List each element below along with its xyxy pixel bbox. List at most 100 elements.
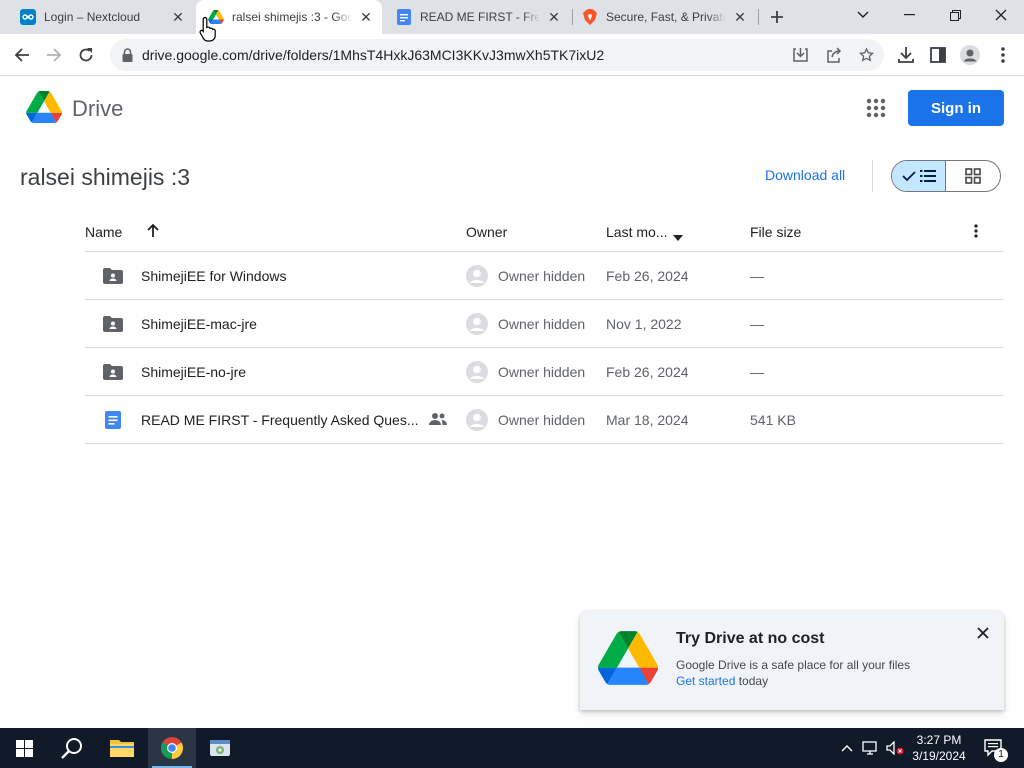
close-window-button[interactable]: [978, 0, 1024, 30]
nextcloud-icon: [20, 9, 36, 25]
minimize-button[interactable]: [886, 0, 932, 30]
system-clock[interactable]: 3:27 PM 3/19/2024: [908, 732, 970, 764]
tab-brave[interactable]: Secure, Fast, & Private Web Browser ✕: [570, 0, 756, 34]
shared-people-icon: [429, 412, 447, 428]
windows-taskbar: 3:27 PM 3/19/2024 1: [0, 728, 1024, 768]
tab-title: Login – Nextcloud: [44, 10, 141, 24]
file-row[interactable]: READ ME FIRST - Frequently Asked Ques...…: [85, 396, 1004, 444]
shared-folder-icon: [103, 363, 123, 381]
tab-nextcloud-login[interactable]: Login – Nextcloud ✕: [8, 0, 194, 34]
profile-avatar-icon[interactable]: [959, 44, 981, 66]
reload-button[interactable]: [72, 41, 100, 69]
file-size: —: [750, 316, 764, 332]
clock-time: 3:27 PM: [916, 733, 962, 747]
show-hidden-icons-button[interactable]: [838, 728, 856, 768]
bookmark-star-icon[interactable]: [856, 45, 876, 65]
column-header-owner[interactable]: Owner: [466, 224, 507, 240]
network-status-icon[interactable]: [860, 728, 882, 768]
file-name[interactable]: ShimejiEE-mac-jre: [141, 316, 257, 332]
tab-google-drive[interactable]: ralsei shimejis :3 - Google Drive ✕: [196, 0, 382, 34]
sign-in-button[interactable]: Sign in: [908, 90, 1004, 126]
file-name[interactable]: READ ME FIRST - Frequently Asked Ques...: [141, 412, 419, 428]
shimeji-app-icon: [210, 740, 230, 756]
last-modified: Feb 26, 2024: [606, 268, 689, 284]
file-name[interactable]: ShimejiEE for Windows: [141, 268, 287, 284]
action-center-button[interactable]: 1: [978, 728, 1010, 768]
close-tab-icon[interactable]: ✕: [732, 9, 748, 25]
list-view-button[interactable]: [892, 161, 947, 191]
file-explorer-taskbar-button[interactable]: [98, 728, 146, 768]
close-tab-icon[interactable]: ✕: [358, 9, 374, 25]
tab-separator: [758, 9, 759, 25]
restore-button[interactable]: [932, 0, 978, 30]
search-icon: [61, 738, 82, 759]
start-button[interactable]: [0, 728, 48, 768]
more-options-icon[interactable]: [974, 224, 978, 240]
get-started-link[interactable]: Get started: [676, 674, 735, 688]
last-modified: Nov 1, 2022: [606, 316, 682, 332]
tab-title: Secure, Fast, & Private Web Browser: [606, 10, 726, 24]
back-button[interactable]: [8, 41, 36, 69]
clock-date: 3/19/2024: [912, 749, 966, 763]
last-modified: Feb 26, 2024: [606, 364, 689, 380]
file-size: —: [750, 364, 764, 380]
url-text[interactable]: drive.google.com/drive/folders/1MhsT4Hxk…: [142, 47, 604, 63]
grid-view-icon: [965, 168, 981, 184]
close-icon: [995, 9, 1007, 21]
file-row[interactable]: ShimejiEE-no-jre Owner hidden Feb 26, 20…: [85, 348, 1004, 396]
hand-cursor-icon: [199, 16, 219, 42]
chevron-up-icon: [841, 745, 853, 752]
arrow-right-icon: [47, 48, 62, 62]
owner-name: Owner hidden: [498, 268, 586, 284]
promo-cta-line: Get started today: [676, 674, 768, 688]
brave-icon: [582, 9, 598, 25]
file-row[interactable]: ShimejiEE-mac-jre Owner hidden Nov 1, 20…: [85, 300, 1004, 348]
tab-search-button[interactable]: [840, 0, 886, 30]
owner-name: Owner hidden: [498, 364, 586, 380]
file-row[interactable]: ShimejiEE for Windows Owner hidden Feb 2…: [85, 252, 1004, 300]
plus-icon: [771, 11, 783, 23]
forward-button[interactable]: [40, 41, 68, 69]
chrome-taskbar-button[interactable]: [148, 728, 196, 768]
grid-view-button[interactable]: [946, 161, 1000, 191]
close-promo-button[interactable]: [974, 624, 992, 642]
download-all-button[interactable]: Download all: [765, 167, 845, 183]
side-panel-icon[interactable]: [927, 44, 949, 66]
chevron-down-icon: [857, 11, 869, 18]
address-bar[interactable]: drive.google.com/drive/folders/1MhsT4Hxk…: [110, 39, 884, 71]
shared-folder-icon: [103, 267, 123, 285]
sort-arrow-up-icon[interactable]: [145, 223, 161, 239]
drive-product-name[interactable]: Drive: [72, 96, 123, 122]
close-tab-icon[interactable]: ✕: [546, 9, 562, 25]
owner-name: Owner hidden: [498, 316, 586, 332]
reload-icon: [79, 48, 93, 62]
volume-muted-icon[interactable]: [884, 728, 906, 768]
share-icon[interactable]: [823, 45, 843, 65]
column-header-last-modified[interactable]: Last mo...: [606, 224, 667, 240]
browser-toolbar: drive.google.com/drive/folders/1MhsT4Hxk…: [0, 34, 1024, 76]
shared-folder-icon: [103, 315, 123, 333]
google-docs-icon: [103, 411, 123, 429]
last-modified: Mar 18, 2024: [606, 412, 689, 428]
column-header-name[interactable]: Name: [85, 224, 122, 240]
downloads-icon[interactable]: [895, 44, 917, 66]
lock-icon[interactable]: [120, 47, 134, 63]
chrome-icon: [161, 737, 183, 759]
app-taskbar-button[interactable]: [196, 728, 244, 768]
file-name[interactable]: ShimejiEE-no-jre: [141, 364, 246, 380]
promo-description: Google Drive is a safe place for all you…: [676, 658, 911, 672]
chrome-menu-icon[interactable]: [992, 44, 1014, 66]
install-app-icon[interactable]: [790, 45, 810, 65]
google-drive-logo[interactable]: [26, 91, 62, 123]
tab-read-me-first[interactable]: READ ME FIRST - Frequently Asked Questio…: [384, 0, 570, 34]
caret-down-icon[interactable]: [673, 228, 685, 241]
tab-strip: Login – Nextcloud ✕ ralsei shimejis :3 -…: [0, 0, 1024, 34]
search-button[interactable]: [48, 728, 96, 768]
try-drive-promo: Try Drive at no cost Google Drive is a s…: [580, 611, 1004, 710]
close-tab-icon[interactable]: ✕: [170, 9, 186, 25]
google-apps-icon[interactable]: [864, 96, 888, 120]
close-icon: [977, 627, 989, 639]
owner-avatar-icon: [466, 265, 488, 287]
column-header-file-size[interactable]: File size: [750, 224, 801, 240]
new-tab-button[interactable]: [765, 5, 789, 29]
